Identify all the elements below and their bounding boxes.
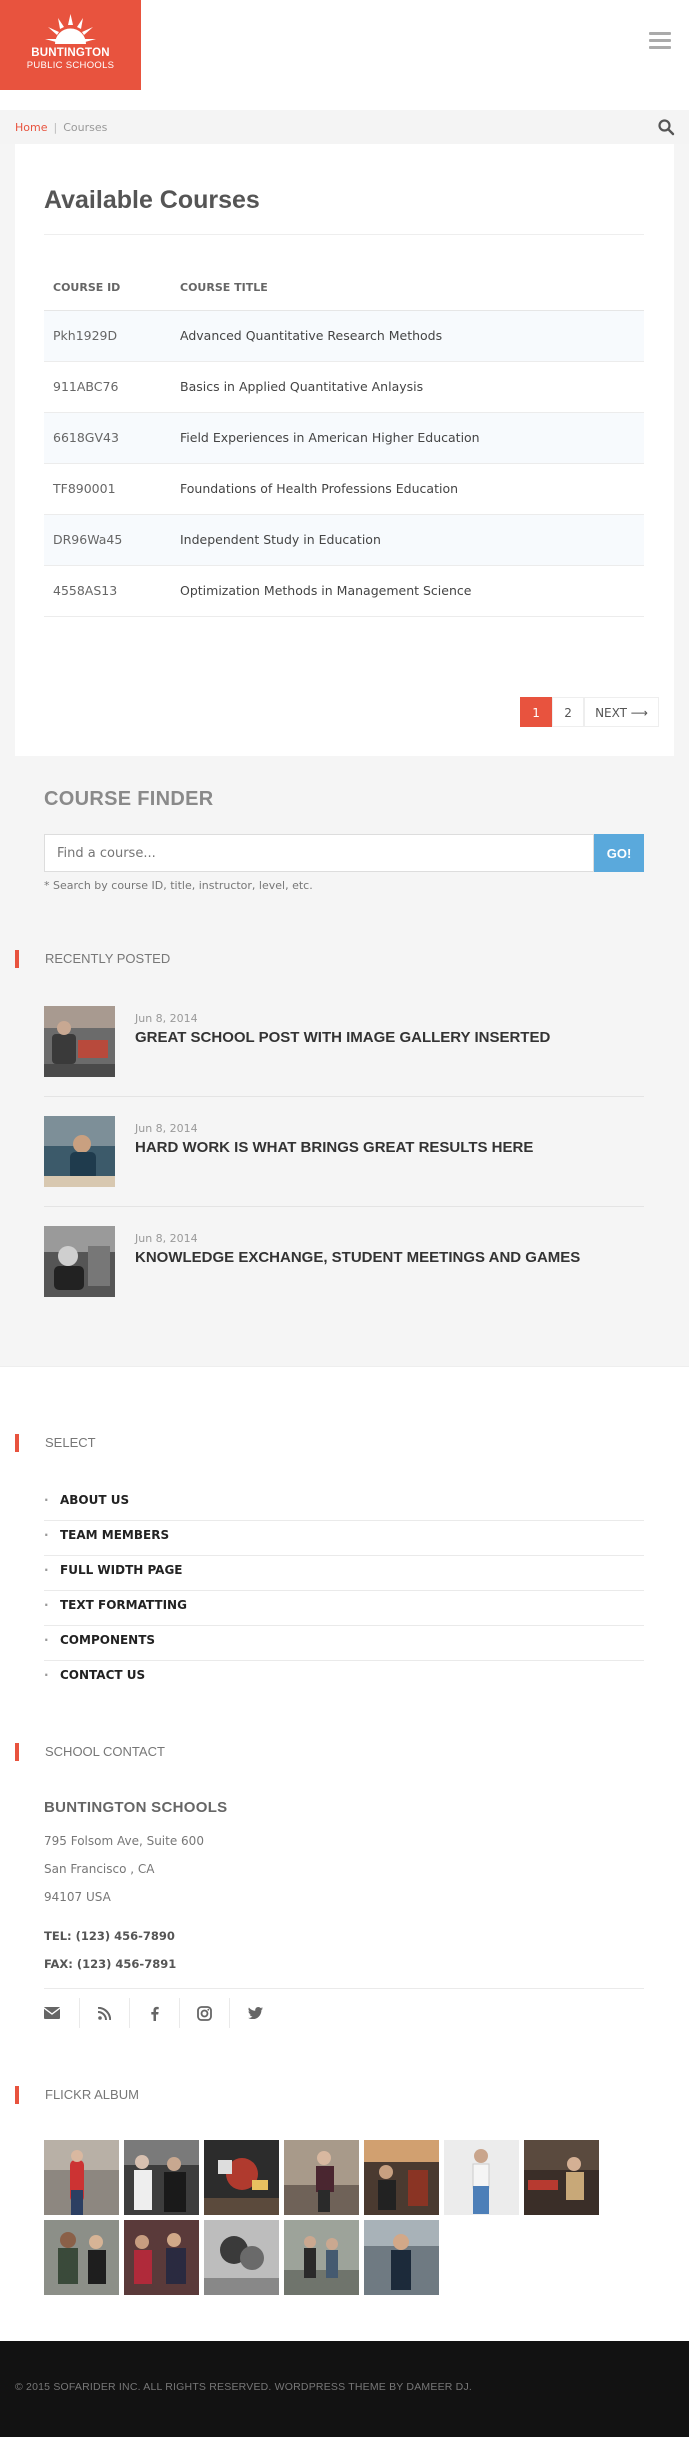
rss-icon[interactable]	[80, 1998, 130, 2028]
table-row[interactable]: 6618GV43 Field Experiences in American H…	[44, 412, 644, 464]
post-date: Jun 8, 2014	[135, 1012, 198, 1025]
course-title-cell: Advanced Quantitative Research Methods	[171, 310, 644, 362]
flickr-photo[interactable]	[444, 2140, 519, 2215]
table-row[interactable]: TF890001 Foundations of Health Professio…	[44, 463, 644, 515]
fax-number: FAX: (123) 456-7891	[44, 1957, 177, 1971]
flickr-photo[interactable]	[44, 2220, 119, 2295]
table-row[interactable]: 4558AS13 Optimization Methods in Managem…	[44, 565, 644, 617]
site-logo[interactable]: BUNTINGTON PUBLIC SCHOOLS	[0, 0, 141, 90]
flickr-album-heading: FLICKR ALBUM	[15, 2086, 139, 2104]
flickr-photo[interactable]	[124, 2140, 199, 2215]
post-date: Jun 8, 2014	[135, 1232, 198, 1245]
breadcrumb: Home | Courses	[15, 121, 107, 134]
flickr-photo[interactable]	[124, 2220, 199, 2295]
course-id-cell: TF890001	[44, 463, 171, 515]
footer-nav-full-width-page[interactable]: FULL WIDTH PAGE	[44, 1556, 644, 1591]
recently-posted-heading: RECENTLY POSTED	[15, 950, 170, 968]
table-row[interactable]: Pkh1929D Advanced Quantitative Research …	[44, 310, 644, 362]
title-divider	[44, 234, 644, 235]
logo-line-2: PUBLIC SCHOOLS	[26, 60, 115, 71]
instagram-icon[interactable]	[180, 1998, 230, 2028]
address-line-1: 795 Folsom Ave, Suite 600	[44, 1834, 204, 1848]
course-id-cell: Pkh1929D	[44, 310, 171, 362]
address-line-3: 94107 USA	[44, 1890, 111, 1904]
breadcrumb-home-link[interactable]: Home	[15, 121, 47, 134]
site-header: BUNTINGTON PUBLIC SCHOOLS	[0, 0, 689, 108]
course-id-cell: 6618GV43	[44, 412, 171, 464]
school-contact-heading: SCHOOL CONTACT	[15, 1743, 165, 1761]
course-id-cell: DR96Wa45	[44, 514, 171, 566]
list-item: Jun 8, 2014 HARD WORK IS WHAT BRINGS GRE…	[44, 1116, 644, 1226]
flickr-photo[interactable]	[44, 2140, 119, 2215]
post-divider	[44, 1206, 644, 1207]
footer-nav-about-us[interactable]: ABOUT US	[44, 1486, 644, 1521]
phone-number: TEL: (123) 456-7890	[44, 1929, 175, 1943]
mail-icon[interactable]	[44, 1998, 80, 2028]
flickr-photo[interactable]	[204, 2140, 279, 2215]
courses-panel: Available Courses COURSE ID COURSE TITLE…	[15, 144, 674, 756]
course-id-cell: 911ABC76	[44, 361, 171, 413]
column-header-course-title: COURSE TITLE	[171, 266, 644, 311]
course-title-cell: Basics in Applied Quantitative Anlaysis	[171, 361, 644, 413]
flickr-photo[interactable]	[364, 2140, 439, 2215]
social-links	[44, 1998, 280, 2028]
footer-nav-contact-us[interactable]: CONTACT US	[44, 1661, 644, 1696]
next-page-button[interactable]: NEXT ⟶	[584, 697, 659, 727]
pagination: 1 2 NEXT ⟶	[520, 697, 659, 727]
course-title-cell: Field Experiences in American Higher Edu…	[171, 412, 644, 464]
select-heading: SELECT	[15, 1434, 96, 1452]
logo-line-1: BUNTINGTON	[31, 47, 110, 59]
contact-divider	[44, 1988, 644, 1989]
course-finder-title: COURSE FINDER	[44, 788, 214, 810]
course-search-input[interactable]	[44, 834, 594, 872]
course-title-cell: Independent Study in Education	[171, 514, 644, 566]
footer-nav-text-formatting[interactable]: TEXT FORMATTING	[44, 1591, 644, 1626]
course-search-go-button[interactable]: GO!	[594, 834, 644, 872]
footer-divider	[0, 1366, 689, 1367]
post-thumbnail-image[interactable]	[44, 1116, 115, 1187]
page-2-button[interactable]: 2	[552, 697, 585, 727]
post-title-link[interactable]: GREAT SCHOOL POST WITH IMAGE GALLERY INS…	[135, 1029, 550, 1046]
post-date: Jun 8, 2014	[135, 1122, 198, 1135]
page-1-button[interactable]: 1	[520, 697, 553, 727]
post-title-link[interactable]: KNOWLEDGE EXCHANGE, STUDENT MEETINGS AND…	[135, 1249, 580, 1266]
flickr-photo[interactable]	[284, 2140, 359, 2215]
content-area: Available Courses COURSE ID COURSE TITLE…	[0, 144, 689, 1366]
list-item: Jun 8, 2014 GREAT SCHOOL POST WITH IMAGE…	[44, 1006, 644, 1116]
breadcrumb-current: Courses	[63, 121, 108, 134]
post-divider	[44, 1096, 644, 1097]
footer-nav-components[interactable]: COMPONENTS	[44, 1626, 644, 1661]
flickr-photo[interactable]	[524, 2140, 599, 2215]
column-header-course-id: COURSE ID	[44, 266, 171, 311]
courses-table: COURSE ID COURSE TITLE Pkh1929D Advanced…	[44, 266, 644, 617]
breadcrumb-bar: Home | Courses	[0, 110, 689, 144]
table-header-row: COURSE ID COURSE TITLE	[44, 266, 644, 311]
hamburger-menu-icon[interactable]	[649, 32, 671, 54]
address-line-2: San Francisco , CA	[44, 1862, 155, 1876]
breadcrumb-separator: |	[53, 121, 58, 134]
course-title-cell: Optimization Methods in Management Scien…	[171, 565, 644, 617]
sunburst-logo-icon	[45, 14, 96, 44]
course-id-cell: 4558AS13	[44, 565, 171, 617]
site-footer-bar: © 2015 SOFARIDER INC. ALL RIGHTS RESERVE…	[0, 2341, 689, 2437]
post-title-link[interactable]: HARD WORK IS WHAT BRINGS GREAT RESULTS H…	[135, 1139, 533, 1156]
search-icon[interactable]	[657, 118, 675, 136]
post-thumbnail-image[interactable]	[44, 1006, 115, 1077]
table-row[interactable]: DR96Wa45 Independent Study in Education	[44, 514, 644, 566]
post-thumbnail-image[interactable]	[44, 1226, 115, 1297]
flickr-photo[interactable]	[204, 2220, 279, 2295]
course-finder-hint: * Search by course ID, title, instructor…	[44, 879, 313, 892]
facebook-icon[interactable]	[130, 1998, 180, 2028]
twitter-icon[interactable]	[230, 1998, 280, 2028]
footer-nav-team-members[interactable]: TEAM MEMBERS	[44, 1521, 644, 1556]
course-title-cell: Foundations of Health Professions Educat…	[171, 463, 644, 515]
list-item: Jun 8, 2014 KNOWLEDGE EXCHANGE, STUDENT …	[44, 1226, 644, 1336]
page-title: Available Courses	[44, 186, 260, 214]
flickr-photo[interactable]	[364, 2220, 439, 2295]
table-row[interactable]: 911ABC76 Basics in Applied Quantitative …	[44, 361, 644, 413]
flickr-photo[interactable]	[284, 2220, 359, 2295]
footer-nav-list: ABOUT US TEAM MEMBERS FULL WIDTH PAGE TE…	[44, 1486, 644, 1696]
school-name: BUNTINGTON SCHOOLS	[44, 1799, 228, 1816]
copyright-text: © 2015 SOFARIDER INC. ALL RIGHTS RESERVE…	[15, 2381, 473, 2393]
